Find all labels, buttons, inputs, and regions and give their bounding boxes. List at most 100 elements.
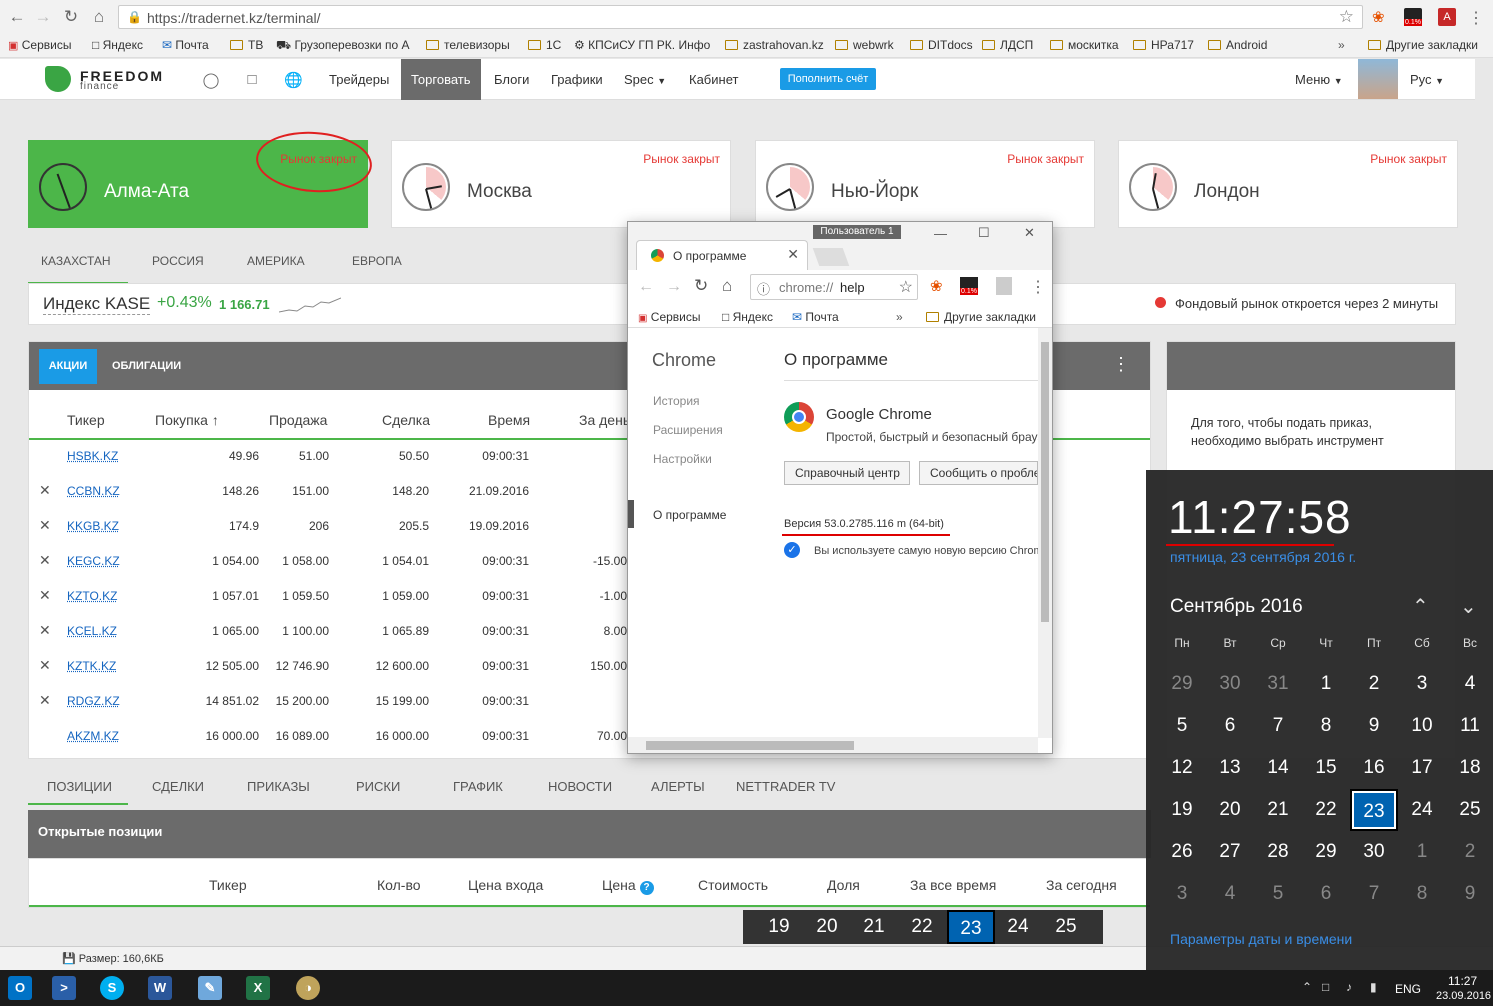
horizontal-scrollbar[interactable] <box>628 737 1038 753</box>
skype-icon[interactable]: S <box>100 976 124 1000</box>
bookmark-other[interactable]: Другие закладки <box>1368 38 1478 52</box>
tab-deals[interactable]: СДЕЛКИ <box>152 779 204 794</box>
ticker-link[interactable]: RDGZ.KZ <box>67 694 120 708</box>
side-extensions[interactable]: Расширения <box>653 423 723 437</box>
col-time[interactable]: Время <box>488 412 530 428</box>
pos-col-share[interactable]: Доля <box>827 877 860 893</box>
tray-volume-icon[interactable]: ♪ <box>1346 980 1352 994</box>
pos-col-entry[interactable]: Цена входа <box>468 877 543 893</box>
calendar-day[interactable]: 4 <box>1206 873 1254 915</box>
monitor-icon[interactable]: □ <box>243 71 261 89</box>
nav-spec[interactable]: Spec ▼ <box>624 59 666 100</box>
ticker-link[interactable]: HSBK.KZ <box>67 449 118 463</box>
day-cell[interactable]: 24 <box>994 910 1042 944</box>
clock-london[interactable]: Лондон Рынок закрыт <box>1118 140 1458 228</box>
calendar-day[interactable]: 1 <box>1398 831 1446 873</box>
back-icon[interactable]: ← <box>638 278 654 296</box>
chevron-up-icon[interactable]: ⌃ <box>1412 594 1429 619</box>
bookmark-other[interactable]: Другие закладки <box>926 310 1036 324</box>
extension-chart-icon[interactable]: 0.1% <box>1404 8 1422 26</box>
calendar-day[interactable]: 4 <box>1446 663 1493 705</box>
bookmark-star-icon[interactable]: ☆ <box>899 277 913 297</box>
help-icon[interactable]: ? <box>639 881 654 895</box>
bookmark-npa717[interactable]: НРа717 <box>1133 38 1194 52</box>
day-cell[interactable]: 25 <box>1042 910 1090 944</box>
report-issue-button[interactable]: Сообщить о проблеме <box>919 461 1038 485</box>
bookmark-android[interactable]: Android <box>1208 38 1267 52</box>
notepad-icon[interactable]: ✎ <box>198 976 222 1000</box>
bookmark-moskitka[interactable]: москитка <box>1050 38 1119 52</box>
col-ticker[interactable]: Тикер <box>67 412 105 428</box>
ticker-link[interactable]: KKGB.KZ <box>67 519 119 533</box>
tab-stocks[interactable]: АКЦИИ <box>39 349 97 384</box>
tab-bonds[interactable]: ОБЛИГАЦИИ <box>112 349 181 384</box>
day-cell[interactable]: 21 <box>850 910 898 944</box>
remove-icon[interactable]: ✕ <box>39 517 51 534</box>
extension-sun-icon[interactable]: ❀ <box>1372 8 1390 26</box>
remove-icon[interactable]: ✕ <box>39 622 51 639</box>
bookmark-apps[interactable]: ▣ Сервисы <box>8 38 71 52</box>
calendar-day[interactable]: 9 <box>1446 873 1493 915</box>
about-address-bar[interactable]: ⓘ chrome:// help ☆ <box>750 274 918 300</box>
clock-new-york[interactable]: Нью-Йорк Рынок закрыт <box>755 140 1095 228</box>
calendar-day[interactable]: 25 <box>1446 789 1493 831</box>
calendar-day[interactable]: 27 <box>1206 831 1254 873</box>
chevron-down-icon[interactable]: ⌄ <box>1460 594 1477 619</box>
calendar-day[interactable]: 21 <box>1254 789 1302 831</box>
forward-icon[interactable]: → <box>666 278 682 296</box>
calendar-day-selected[interactable]: 23 <box>1350 789 1398 831</box>
calendar-day[interactable]: 14 <box>1254 747 1302 789</box>
pos-col-qty[interactable]: Кол-во <box>377 877 421 893</box>
globe-icon[interactable]: 🌐 <box>284 71 303 89</box>
calendar-day[interactable]: 8 <box>1302 705 1350 747</box>
bookmark-tv-sets[interactable]: телевизоры <box>426 38 510 52</box>
col-sell[interactable]: Продажа <box>269 412 327 428</box>
pos-col-alltime[interactable]: За все время <box>910 877 996 893</box>
minimize-icon[interactable]: — <box>934 226 947 241</box>
calendar-day[interactable]: 6 <box>1302 873 1350 915</box>
nav-charts[interactable]: Графики <box>551 59 603 100</box>
calendar-day[interactable]: 7 <box>1350 873 1398 915</box>
tab-europe[interactable]: ЕВРОПА <box>352 254 402 268</box>
calendar-day[interactable]: 30 <box>1206 663 1254 705</box>
more-options-icon[interactable]: ⋮ <box>1112 354 1130 375</box>
tab-news[interactable]: НОВОСТИ <box>548 779 612 794</box>
calendar-day[interactable]: 1 <box>1302 663 1350 705</box>
ticker-link[interactable]: KZTK.KZ <box>67 659 116 673</box>
reload-icon[interactable]: ↻ <box>60 6 82 28</box>
bookmark-tv[interactable]: ТВ <box>230 38 263 52</box>
date-time-settings-link[interactable]: Параметры даты и времени <box>1170 931 1352 947</box>
ticker-link[interactable]: KEGC.KZ <box>67 554 120 568</box>
chat-icon[interactable]: ◯ <box>202 71 220 89</box>
tray-network-icon[interactable]: □ <box>1322 980 1329 994</box>
profile-badge[interactable]: Пользователь 1 <box>813 225 901 239</box>
bookmarks-overflow-icon[interactable]: » <box>896 310 903 324</box>
vertical-scrollbar[interactable] <box>1038 328 1052 738</box>
calendar-day[interactable]: 19 <box>1158 789 1206 831</box>
language-dropdown[interactable]: Рус ▼ <box>1410 59 1444 100</box>
freedom-logo-icon[interactable] <box>45 66 71 92</box>
nav-cabinet[interactable]: Кабинет <box>689 59 738 100</box>
nav-trade[interactable]: Торговать <box>401 59 481 100</box>
nav-traders[interactable]: Трейдеры <box>329 59 389 100</box>
nav-blogs[interactable]: Блоги <box>494 59 529 100</box>
maximize-icon[interactable]: ☐ <box>978 225 990 241</box>
chrome-menu-icon[interactable]: ⋮ <box>1030 277 1046 297</box>
calendar-day[interactable]: 15 <box>1302 747 1350 789</box>
home-icon[interactable]: ⌂ <box>722 276 732 296</box>
calendar-day[interactable]: 22 <box>1302 789 1350 831</box>
close-window-icon[interactable]: ✕ <box>1024 225 1035 241</box>
tray-language[interactable]: ENG <box>1395 982 1421 996</box>
calendar-day[interactable]: 3 <box>1158 873 1206 915</box>
tab-nettrader-tv[interactable]: NETTRADER TV <box>736 779 835 794</box>
bookmark-kpsisu[interactable]: ⚙ КПСиСУ ГП РК. Инфо <box>574 38 710 52</box>
top-up-button[interactable]: Пополнить счёт <box>780 68 876 90</box>
col-day[interactable]: За день <box>579 412 630 428</box>
calendar-day[interactable]: 11 <box>1446 705 1493 747</box>
scroll-thumb[interactable] <box>1041 342 1049 622</box>
day-cell[interactable]: 20 <box>803 910 851 944</box>
index-name[interactable]: Индекс KASE <box>43 294 151 315</box>
calendar-day[interactable]: 18 <box>1446 747 1493 789</box>
bookmark-star-icon[interactable]: ☆ <box>1339 7 1354 27</box>
calendar-day[interactable]: 30 <box>1350 831 1398 873</box>
